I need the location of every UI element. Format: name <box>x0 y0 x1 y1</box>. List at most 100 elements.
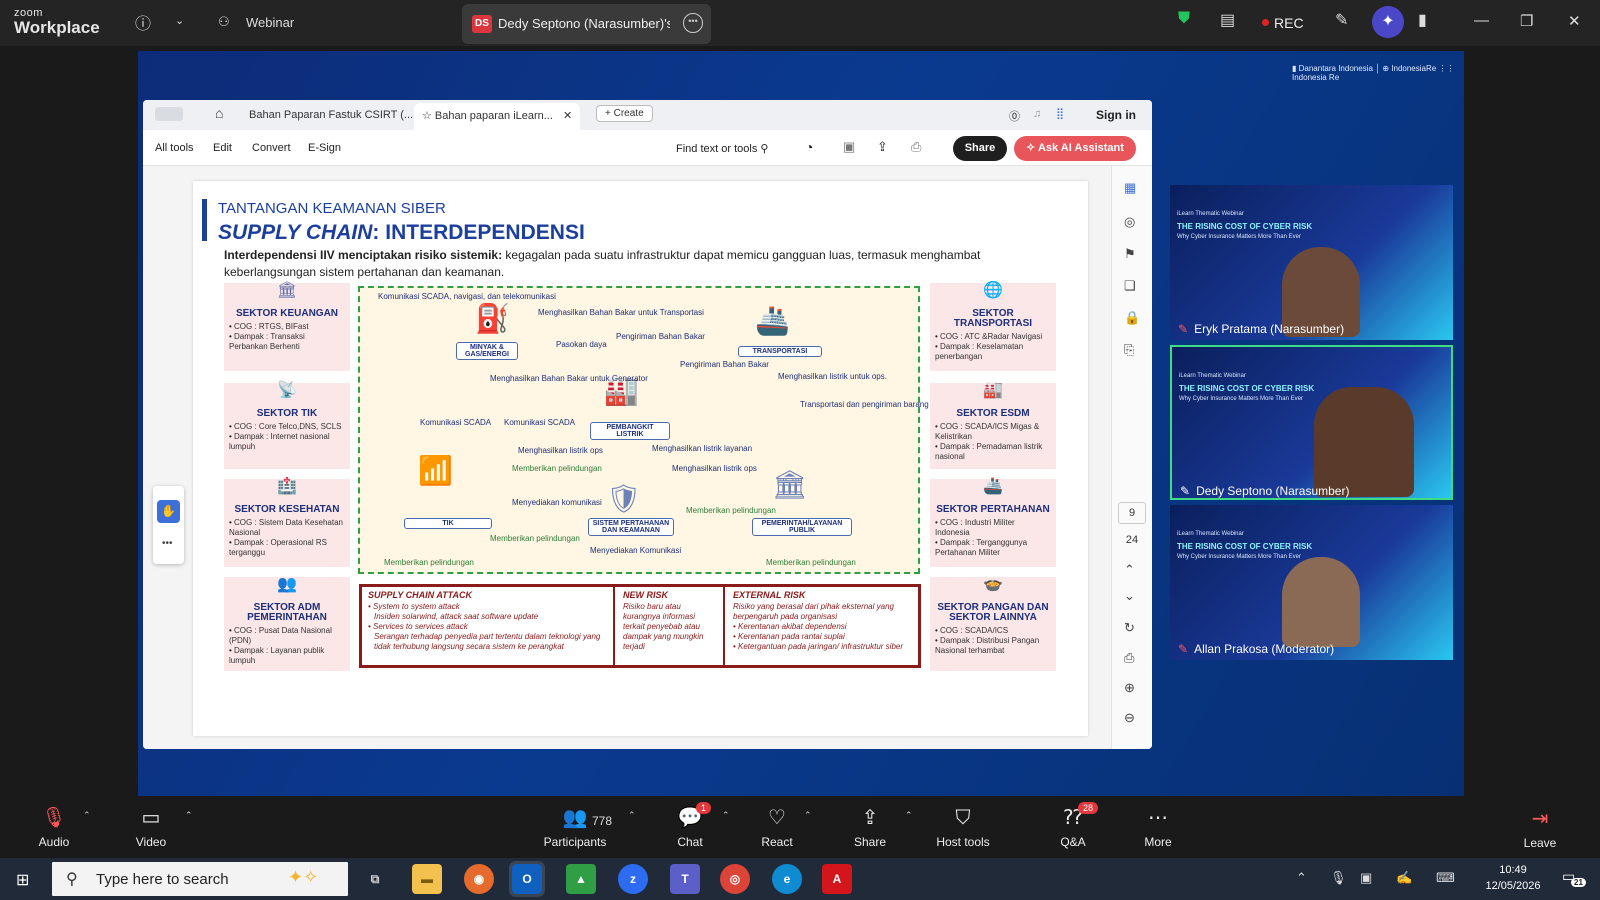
notes-icon[interactable]: ▤ <box>1220 10 1235 30</box>
audio-button[interactable]: 🎙 Audio <box>14 806 94 849</box>
annotate-pencil-icon[interactable]: ✎ <box>1335 10 1348 30</box>
qa-badge: 28 <box>1078 802 1099 814</box>
chrome-icon[interactable]: ◎ <box>720 864 750 894</box>
audio-options-caret[interactable]: ⌃ <box>83 810 91 821</box>
slide-heading: TANTANGAN KEAMANAN SIBER <box>218 200 446 217</box>
file-explorer-icon[interactable]: ▬ <box>412 864 442 894</box>
page-number-field[interactable]: 9 <box>1118 502 1146 524</box>
tray-keyboard-icon[interactable]: ⌨ <box>1436 870 1455 886</box>
task-view-icon[interactable]: ⧉ <box>360 864 390 894</box>
document-canvas[interactable]: ✋ ••• TANTANGAN KEAMANAN SIBER SUPPLY CH… <box>143 166 1111 749</box>
ai-summary-icon[interactable]: ◎ <box>1124 214 1135 230</box>
more-button[interactable]: ⋯ More <box>1118 806 1198 849</box>
ai-assistant-button[interactable]: ✧ Ask AI Assistant <box>1014 136 1136 161</box>
menu-edit[interactable]: Edit <box>213 142 232 154</box>
more-label: More <box>1144 835 1172 849</box>
print-icon[interactable]: ⎙ <box>911 139 921 155</box>
chat-button[interactable]: 💬 1 Chat <box>650 802 730 849</box>
hand-tool-icon[interactable]: ✋ <box>157 500 180 523</box>
tray-expand-icon[interactable]: ⌃ <box>1296 870 1307 886</box>
page-down-icon[interactable]: ⌄ <box>1124 588 1135 604</box>
restore-icon[interactable]: ❐ <box>1520 12 1533 30</box>
tray-display-icon[interactable]: ▣ <box>1360 870 1372 886</box>
recording-indicator[interactable]: REC <box>1262 15 1304 31</box>
risk-line: Risiko yang berasal dari pihak eksternal… <box>733 602 894 621</box>
menu-esign[interactable]: E-Sign <box>308 142 341 154</box>
video-button[interactable]: ▭ Video <box>111 806 191 849</box>
screen-share-indicator[interactable]: DS Dedy Septono (Narasumber)'s sc ••• <box>462 4 711 44</box>
page-up-icon[interactable]: ⌃ <box>1124 562 1135 578</box>
google-drive-icon[interactable]: ▲ <box>566 864 596 894</box>
tab-ilearn[interactable]: ☆ Bahan paparan iLearn... ✕ <box>414 103 581 130</box>
taskbar-search[interactable]: ⚲ Type here to search ✦✧ <box>52 862 348 896</box>
star-icon[interactable]: ☆ <box>422 110 435 122</box>
outlook-icon[interactable]: O <box>509 861 545 897</box>
notification-center-icon[interactable]: ▭ 21 <box>1562 868 1586 887</box>
more-tools-icon[interactable]: ••• <box>162 538 173 549</box>
sidebar-toggle-icon[interactable] <box>155 107 183 121</box>
ai-companion-icon[interactable]: ✦ <box>1372 6 1404 38</box>
meeting-name[interactable]: Webinar <box>246 15 294 30</box>
participant-name: ✎ Dedy Septono (Narasumber) <box>1180 484 1349 498</box>
home-icon[interactable]: ⌂ <box>215 105 223 121</box>
tray-mic-icon[interactable]: 🎙 <box>1330 870 1347 886</box>
qa-button[interactable]: ⁇ 28 Q&A <box>1033 802 1113 849</box>
firefox-icon[interactable]: ◉ <box>464 864 494 894</box>
system-clock[interactable]: 10:49 12/05/2026 <box>1478 862 1548 894</box>
bookmark-icon[interactable]: ⚑ <box>1124 246 1136 262</box>
react-caret[interactable]: ⌃ <box>804 810 812 821</box>
zoom-out-icon[interactable]: ⊖ <box>1124 710 1135 726</box>
teams-icon[interactable]: T <box>670 864 700 894</box>
find-tools[interactable]: Find text or tools ⚲ <box>676 142 768 155</box>
save-icon[interactable]: ▣ <box>843 139 855 155</box>
menu-convert[interactable]: Convert <box>252 142 291 154</box>
chat-caret[interactable]: ⌃ <box>722 810 730 821</box>
help-icon[interactable]: ⓪ <box>1009 108 1020 124</box>
minimize-icon[interactable]: — <box>1474 12 1489 29</box>
acrobat-app-icon[interactable]: A <box>822 864 852 894</box>
host-tools-button[interactable]: ⛉ Host tools <box>923 806 1003 849</box>
more-icon[interactable]: ••• <box>683 13 703 33</box>
clock-date: 12/05/2026 <box>1485 880 1541 892</box>
upload-icon[interactable]: ⇪ <box>877 139 888 155</box>
pages-icon[interactable]: ❏ <box>1124 278 1136 294</box>
windows-taskbar: ⊞ ⚲ Type here to search ✦✧ ⧉ ▬ ◉ O ▲ z T… <box>0 858 1600 900</box>
video-gallery: iLearn Thematic Webinar THE RISING COST … <box>1170 185 1453 665</box>
participants-caret[interactable]: ⌃ <box>628 810 636 821</box>
zoom-in-icon[interactable]: ⊕ <box>1124 680 1135 696</box>
video-tile-eryk[interactable]: iLearn Thematic Webinar THE RISING COST … <box>1170 185 1453 340</box>
tray-pen-icon[interactable]: ✍ <box>1396 870 1412 886</box>
share-caret[interactable]: ⌃ <box>905 810 913 821</box>
zoom-app-icon[interactable]: z <box>618 864 648 894</box>
search-icon: ⚲ <box>66 871 78 888</box>
tab-close-icon[interactable]: ✕ <box>563 110 572 122</box>
share-screen-button[interactable]: ⇪ Share <box>830 806 910 849</box>
close-icon[interactable]: ✕ <box>1568 12 1581 30</box>
security-shield-icon[interactable]: ⛊ <box>1178 10 1190 28</box>
edge-icon[interactable]: e <box>772 864 802 894</box>
read-aloud-icon[interactable]: ◔ <box>805 139 813 155</box>
apps-grid-icon[interactable]: ⣿ <box>1056 107 1064 120</box>
comment-panel-icon[interactable]: ▦ <box>1124 180 1136 196</box>
fit-page-icon[interactable]: ⎙ <box>1124 650 1134 666</box>
video-options-caret[interactable]: ⌃ <box>185 810 193 821</box>
tab-fastuk[interactable]: Bahan Paparan Fastuk CSIRT (... <box>249 109 413 121</box>
video-tile-dedy[interactable]: iLearn Thematic Webinar THE RISING COST … <box>1170 345 1453 500</box>
info-icon[interactable]: ⓘ <box>135 10 151 34</box>
video-tile-allan[interactable]: iLearn Thematic Webinar THE RISING COST … <box>1170 505 1453 660</box>
apps-icon[interactable]: ▮ <box>1418 10 1427 30</box>
rotate-icon[interactable]: ↻ <box>1124 620 1135 636</box>
windows-start-icon[interactable]: ⊞ <box>16 870 29 890</box>
sector-cog: COG : Sistem Data Kesehatan Nasional <box>229 518 345 538</box>
create-label: Create <box>613 108 644 119</box>
create-button[interactable]: + Create <box>596 105 653 122</box>
lock-icon[interactable]: 🔒 <box>1124 310 1140 326</box>
chevron-down-icon[interactable]: ⌄ <box>175 14 184 27</box>
attachments-icon[interactable]: ⎘ <box>1124 342 1134 358</box>
sign-in-link[interactable]: Sign in <box>1096 108 1136 122</box>
share-document-button[interactable]: Share <box>953 136 1007 161</box>
risk-line: • System to system attack <box>368 602 460 611</box>
notification-bell-icon[interactable]: ♫ <box>1033 108 1041 120</box>
menu-all-tools[interactable]: All tools <box>155 142 194 154</box>
leave-button[interactable]: ⇥ Leave <box>1510 806 1570 850</box>
